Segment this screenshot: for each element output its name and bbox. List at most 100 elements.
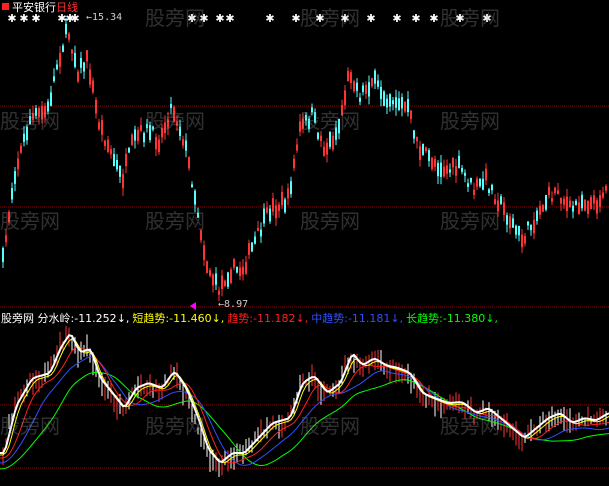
candle-body	[104, 140, 106, 147]
candle-body	[359, 97, 361, 102]
candle-body	[476, 178, 478, 187]
candle-body	[362, 85, 364, 92]
candle-body	[446, 165, 448, 174]
metric-value: -11.182	[253, 312, 296, 325]
watermark-text: 股旁网	[0, 414, 60, 438]
candle-body	[23, 133, 25, 142]
candle-body	[227, 272, 229, 287]
candle-body	[293, 158, 295, 169]
candle-body	[386, 98, 388, 108]
candle-body	[290, 181, 292, 194]
candle-body	[236, 266, 238, 273]
candle-body	[515, 225, 517, 235]
candle-body	[533, 219, 535, 234]
red-square-icon	[2, 3, 9, 10]
candle-body	[266, 207, 268, 213]
candle-body	[86, 50, 88, 62]
candle-body	[374, 70, 376, 84]
star-icon: ✱	[411, 12, 420, 25]
candle-body	[122, 174, 124, 189]
metric-value: -11.460	[169, 312, 212, 325]
watermark-text: 股旁网	[300, 209, 360, 233]
candle-body	[206, 261, 208, 274]
candle-body	[380, 86, 382, 100]
candle-body	[281, 192, 283, 206]
candle-body	[2, 248, 4, 263]
candle-body	[158, 139, 160, 153]
candle-body	[347, 70, 349, 82]
candle-body	[500, 196, 502, 204]
candle-body	[116, 159, 118, 170]
candle-body	[224, 280, 226, 286]
candle-body	[77, 71, 79, 82]
candle-body	[323, 146, 325, 156]
candle-body	[215, 273, 217, 285]
candle-body	[560, 197, 562, 204]
candle-body	[365, 84, 367, 94]
candle-body	[14, 171, 16, 184]
candle-body	[344, 90, 346, 106]
watermark-text: 股旁网	[0, 209, 60, 233]
candle-body	[377, 80, 379, 87]
candle-body	[566, 196, 568, 212]
star-icon: ✱	[366, 12, 375, 25]
candle-body	[428, 150, 430, 161]
candle-body	[272, 198, 274, 212]
candle-body	[548, 186, 550, 196]
candle-body	[578, 202, 580, 215]
candle-body	[209, 270, 211, 276]
indicator-metric-0: 分水岭:-11.252↓,	[38, 312, 130, 325]
stock-chart-window: ✱ ✱ ✱ ✱ ✱ ✱ ✱ ✱ ✱ ✱ ✱ ✱ ✱ ✱ ✱ ✱ ✱ ✱ ✱ ✱ 平安银行日线 ←15.34 ←8.97…	[0, 0, 609, 486]
candle-body	[470, 177, 472, 183]
candle-body	[407, 99, 409, 113]
candle-body	[479, 178, 481, 187]
watermark-text: 股旁网	[0, 109, 60, 133]
candle-body	[482, 178, 484, 190]
metric-value: -11.380	[442, 312, 486, 325]
watermark-text: 股旁网	[145, 209, 205, 233]
candle-body	[95, 99, 97, 114]
candle-body	[5, 235, 7, 243]
candle-body	[509, 216, 511, 229]
watermark-text: 股旁网	[145, 6, 205, 30]
candle-body	[71, 49, 73, 54]
watermark-text: 股旁网	[145, 109, 205, 133]
candle-body	[461, 167, 463, 172]
candle-body	[455, 166, 457, 176]
candle-body	[524, 235, 526, 244]
metric-value: -11.252	[74, 312, 117, 325]
candle-body	[212, 274, 214, 286]
candle-body	[245, 262, 247, 274]
candle-body	[131, 134, 133, 145]
candle-body	[62, 45, 64, 52]
candle-body	[203, 245, 205, 260]
candle-body	[440, 162, 442, 177]
star-icon: ✱	[225, 12, 234, 25]
candle-body	[143, 133, 145, 143]
candle-body	[68, 33, 70, 40]
candle-body	[254, 236, 256, 244]
watermark-text: 股旁网	[300, 109, 360, 133]
candle-body	[74, 52, 76, 67]
candle-body	[53, 76, 55, 82]
triangle-marker-icon	[190, 302, 196, 310]
instrument-name: 平安银行	[12, 1, 56, 14]
candle-body	[521, 234, 523, 248]
candle-body	[125, 153, 127, 167]
candle-body	[128, 147, 130, 153]
candle-body	[287, 188, 289, 199]
candle-body	[416, 136, 418, 142]
candle-body	[242, 266, 244, 275]
indicator-metric-4: 长趋势:-11.380↓,	[406, 312, 498, 325]
candle-body	[368, 82, 370, 97]
metric-value: -11.181	[347, 312, 391, 325]
candle-body	[356, 82, 358, 91]
indicator-metric-2: 趋势:-11.182↓,	[227, 312, 308, 325]
candle-body	[398, 98, 400, 110]
low-price-label: ←8.97	[218, 299, 249, 310]
candle-body	[137, 130, 139, 142]
candle-body	[332, 135, 334, 150]
candle-body	[542, 204, 544, 212]
candle-body	[512, 218, 514, 228]
candle-body	[350, 72, 352, 83]
